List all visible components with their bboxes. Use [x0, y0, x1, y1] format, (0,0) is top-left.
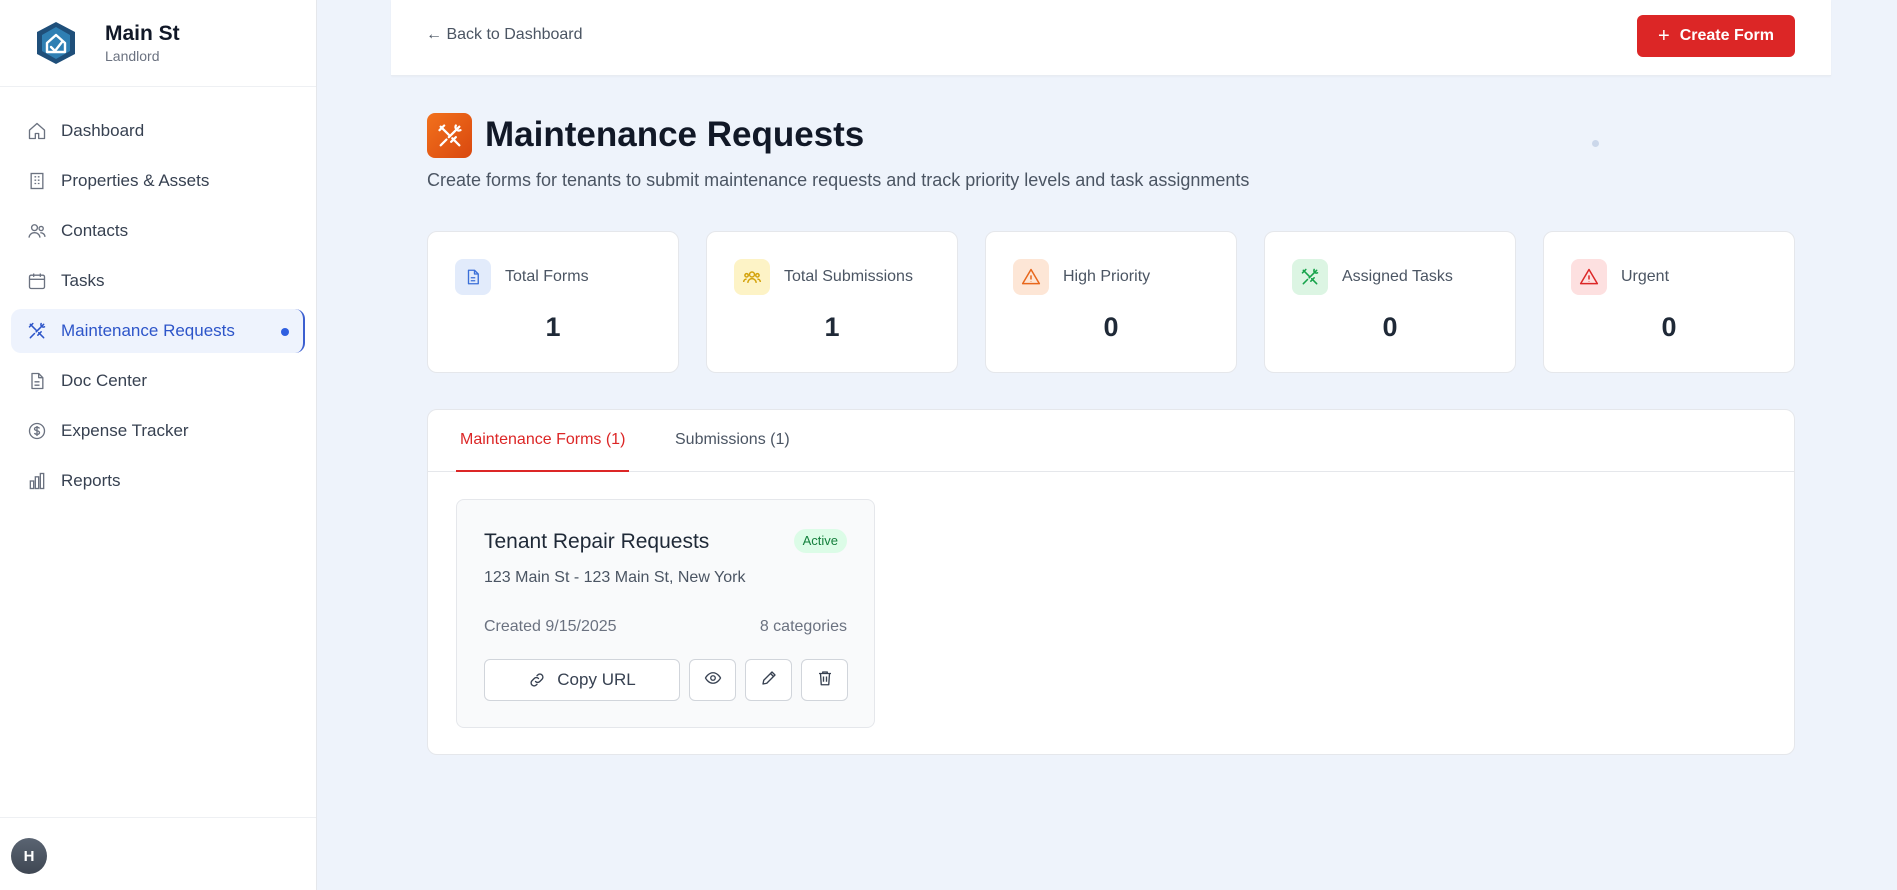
dollar-icon — [26, 420, 48, 442]
form-card[interactable]: Tenant Repair Requests Active 123 Main S… — [456, 499, 875, 728]
warning-icon — [1013, 259, 1049, 295]
background-decoration — [1592, 140, 1599, 147]
form-categories-count: 8 categories — [759, 618, 847, 635]
tab-submissions[interactable]: Submissions (1) — [675, 410, 790, 472]
sidebar-item-tasks[interactable]: Tasks — [11, 259, 305, 303]
form-address: 123 Main St - 123 Main St, New York — [484, 569, 746, 586]
building-icon — [26, 170, 48, 192]
create-form-button[interactable]: + Create Form — [1637, 15, 1795, 57]
users-icon — [26, 220, 48, 242]
delete-button[interactable] — [801, 659, 848, 701]
page-subtitle: Create forms for tenants to submit maint… — [427, 170, 1250, 190]
stat-card-high-priority: High Priority 0 — [985, 231, 1237, 373]
form-title: Tenant Repair Requests — [484, 530, 710, 553]
sidebar-item-dashboard[interactable]: Dashboard — [11, 109, 305, 153]
active-indicator-dot — [281, 328, 289, 336]
form-actions: Copy URL — [484, 659, 848, 701]
sidebar-item-maintenance-requests[interactable]: Maintenance Requests — [11, 309, 305, 353]
sidebar-item-expense-tracker[interactable]: Expense Tracker — [11, 409, 305, 453]
stat-label: Urgent — [1621, 268, 1670, 285]
brand-role: Landlord — [105, 47, 160, 64]
tools-icon — [1292, 259, 1328, 295]
tab-maintenance-forms[interactable]: Maintenance Forms (1) — [456, 410, 630, 472]
status-badge: Active — [793, 529, 847, 553]
document-icon — [26, 370, 48, 392]
stat-value: 1 — [545, 312, 561, 342]
stat-card-total-submissions: Total Submissions 1 — [706, 231, 958, 373]
edit-button[interactable] — [745, 659, 792, 701]
sidebar-item-label: Maintenance Requests — [61, 321, 235, 340]
page-title: Maintenance Requests — [485, 115, 865, 154]
view-button[interactable] — [689, 659, 736, 701]
brand[interactable]: Main St Landlord — [0, 0, 316, 87]
home-icon — [26, 120, 48, 142]
create-form-label: Create Form — [1679, 27, 1774, 44]
tools-icon — [26, 320, 48, 342]
sidebar-item-label: Reports — [61, 471, 121, 490]
sidebar-item-label: Dashboard — [61, 121, 145, 140]
sidebar-item-doc-center[interactable]: Doc Center — [11, 359, 305, 403]
back-to-dashboard-link[interactable]: ← Back to Dashboard — [426, 26, 583, 44]
tools-icon — [427, 113, 472, 158]
stat-card-assigned-tasks: Assigned Tasks 0 — [1264, 231, 1516, 373]
tab-bar: Maintenance Forms (1) Submissions (1) — [428, 410, 1794, 472]
sidebar: Main St Landlord Dashboard Properties & … — [0, 0, 317, 890]
sidebar-item-label: Contacts — [61, 221, 129, 240]
stat-value: 1 — [824, 312, 840, 342]
stat-value: 0 — [1103, 312, 1119, 342]
sidebar-item-label: Tasks — [61, 271, 105, 290]
alert-icon — [1571, 259, 1607, 295]
group-icon — [734, 259, 770, 295]
sidebar-item-properties[interactable]: Properties & Assets — [11, 159, 305, 203]
form-created-date: Created 9/15/2025 — [484, 618, 617, 635]
copy-url-label: Copy URL — [557, 670, 636, 689]
copy-url-button[interactable]: Copy URL — [484, 659, 680, 701]
stat-label: Total Forms — [505, 268, 589, 285]
sidebar-item-contacts[interactable]: Contacts — [11, 209, 305, 253]
topbar: ← Back to Dashboard + Create Form — [391, 0, 1831, 76]
stat-label: High Priority — [1063, 268, 1151, 285]
sidebar-footer: H — [0, 817, 316, 890]
sidebar-item-label: Doc Center — [61, 371, 147, 390]
sidebar-item-label: Expense Tracker — [61, 421, 189, 440]
trash-icon — [816, 669, 834, 692]
link-icon — [528, 671, 546, 689]
stat-card-urgent: Urgent 0 — [1543, 231, 1795, 373]
pencil-icon — [760, 669, 778, 692]
stats-row: Total Forms 1 Total Submissions 1 High P… — [427, 231, 1795, 373]
calendar-icon — [26, 270, 48, 292]
brand-name: Main St — [105, 22, 180, 46]
avatar[interactable]: H — [11, 838, 47, 874]
stat-card-total-forms: Total Forms 1 — [427, 231, 679, 373]
sidebar-item-reports[interactable]: Reports — [11, 459, 305, 503]
sidebar-nav: Dashboard Properties & Assets Contacts T… — [0, 87, 316, 503]
file-icon — [455, 259, 491, 295]
bar-chart-icon — [26, 470, 48, 492]
stat-label: Total Submissions — [784, 268, 913, 285]
stat-value: 0 — [1382, 312, 1398, 342]
forms-panel: Maintenance Forms (1) Submissions (1) Te… — [427, 409, 1795, 755]
plus-icon: + — [1658, 25, 1670, 47]
eye-icon — [704, 669, 722, 692]
stat-value: 0 — [1661, 312, 1677, 342]
stat-label: Assigned Tasks — [1342, 268, 1453, 285]
sidebar-item-label: Properties & Assets — [61, 171, 210, 190]
logo-icon — [37, 22, 75, 64]
